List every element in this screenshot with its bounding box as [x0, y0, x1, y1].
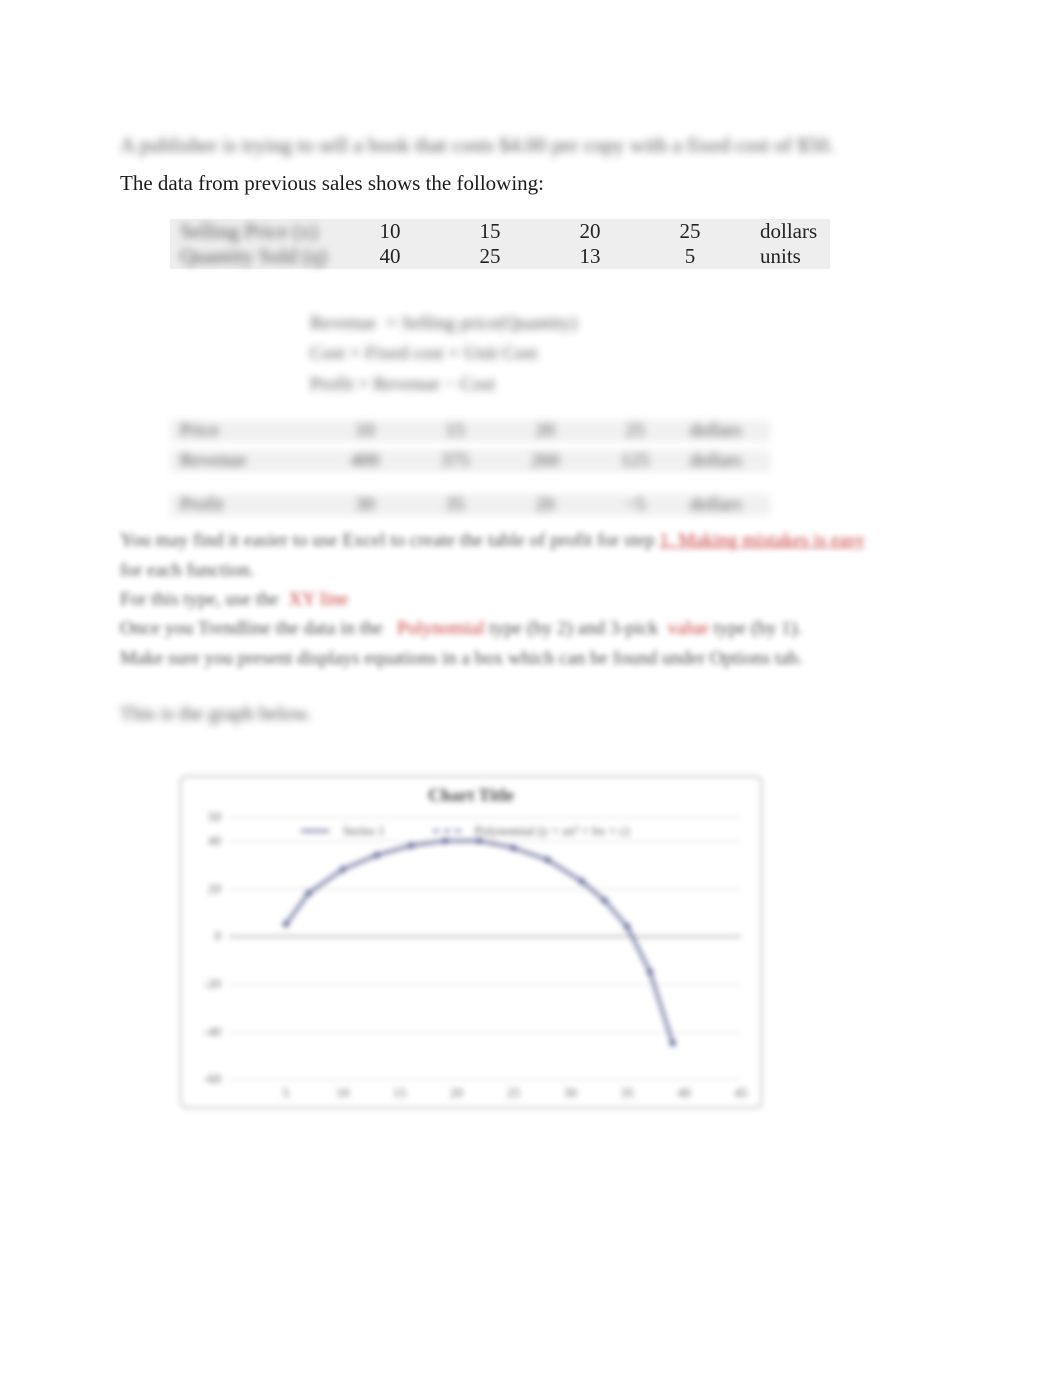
row-label: Price	[170, 420, 320, 442]
row-label: Selling Price (x)	[180, 219, 318, 243]
def-term: Cost	[310, 343, 345, 364]
chart-xtick: 20	[450, 1085, 463, 1101]
text: type (by 2) and 3‑pick	[489, 618, 658, 639]
profit-table: Profit 30 35 20 −5 dollars	[170, 494, 770, 516]
cell: 400	[320, 450, 410, 472]
cell: 35	[410, 494, 500, 516]
definitions: Revenue = Selling price(Quantity) Cost =…	[310, 309, 942, 400]
row-label: Profit	[170, 494, 320, 516]
cell: 20	[540, 219, 640, 244]
chart-ytick: -40	[191, 1024, 221, 1040]
cell: 15	[410, 420, 500, 442]
chart-legend: Series 1Polynomial (y = ax² + bx + c)	[301, 823, 731, 839]
row-label: Quantity Sold (q)	[180, 244, 327, 268]
chart-ytick: 40	[191, 833, 221, 849]
def-term: Revenue	[310, 313, 376, 334]
cell: 125	[590, 450, 680, 472]
chart-ytick: -60	[191, 1071, 221, 1087]
chart-xtick: 15	[393, 1085, 406, 1101]
chart-gridline	[229, 1079, 741, 1080]
row-label: Revenue	[170, 450, 320, 472]
text-highlight: XY line	[288, 589, 348, 610]
cell: 30	[320, 494, 410, 516]
cell: 20	[500, 420, 590, 442]
def-body: = Selling price(Quantity)	[386, 313, 577, 334]
chart-ytick: 0	[191, 928, 221, 944]
cell: 5	[640, 244, 740, 269]
chart-xtick: 30	[564, 1085, 577, 1101]
def-term: Profit	[310, 374, 353, 395]
cell: 13	[540, 244, 640, 269]
cell: 260	[500, 450, 590, 472]
chart-plot: -60-40-20020405051015202530354045	[229, 817, 741, 1079]
text-highlight: 1. Making mistakes is easy	[659, 530, 864, 551]
def-body: = Revenue − Cost	[358, 374, 495, 395]
chart-title: Chart Title	[181, 785, 761, 806]
text: type (by 1).	[714, 618, 802, 639]
chart-xtick: 35	[621, 1085, 634, 1101]
unit: dollars	[680, 494, 770, 516]
text: table of profit for step	[488, 530, 655, 551]
text: For this type, use the	[120, 589, 279, 610]
unit: units	[740, 244, 830, 269]
text: You may find it easier to use Excel to c…	[120, 530, 483, 551]
cell: 40	[340, 244, 440, 269]
revenue-table: Revenue 400 375 260 125 dollars	[170, 450, 770, 472]
chart-line	[229, 817, 741, 1079]
cell: 20	[500, 494, 590, 516]
chart-ytick: -20	[191, 976, 221, 992]
chart-ytick: 20	[191, 881, 221, 897]
cell: 25	[590, 420, 680, 442]
cell: 25	[440, 244, 540, 269]
cell: 375	[410, 450, 500, 472]
unit: dollars	[740, 219, 830, 244]
text: Once you Trendline the data in the	[120, 618, 383, 639]
cell: 15	[440, 219, 540, 244]
cell: 25	[640, 219, 740, 244]
instruction-paragraph: You may find it easier to use Excel to c…	[120, 526, 942, 673]
chart: Chart Title -60-40-200204050510152025303…	[180, 776, 762, 1108]
price-table: Price 10 15 20 25 dollars	[170, 420, 770, 442]
chart-xtick: 10	[336, 1085, 349, 1101]
text-highlight: value	[668, 618, 709, 639]
intro-line-blurred: A publisher is trying to sell a book tha…	[120, 130, 942, 162]
chart-xtick: 45	[735, 1085, 748, 1101]
chart-xtick: 25	[507, 1085, 520, 1101]
intro-line: The data from previous sales shows the f…	[120, 168, 942, 200]
def-body: = Fixed cost + Unit Cost	[350, 343, 538, 364]
chart-xtick: 40	[678, 1085, 691, 1101]
cell: 10	[340, 219, 440, 244]
data-table: Selling Price (x) 10 15 20 25 dollars Qu…	[170, 219, 830, 269]
text-highlight: Polynomial	[397, 618, 485, 639]
chart-xtick: 5	[283, 1085, 290, 1101]
text: Make sure you present displays equations…	[120, 648, 803, 669]
cell: −5	[590, 494, 680, 516]
unit: dollars	[680, 450, 770, 472]
page: A publisher is trying to sell a book tha…	[0, 0, 1062, 1376]
unit: dollars	[680, 420, 770, 442]
text: for each function.	[120, 560, 255, 581]
chart-ytick: 50	[191, 809, 221, 825]
graph-prompt: This is the graph below.	[120, 703, 942, 726]
cell: 10	[320, 420, 410, 442]
